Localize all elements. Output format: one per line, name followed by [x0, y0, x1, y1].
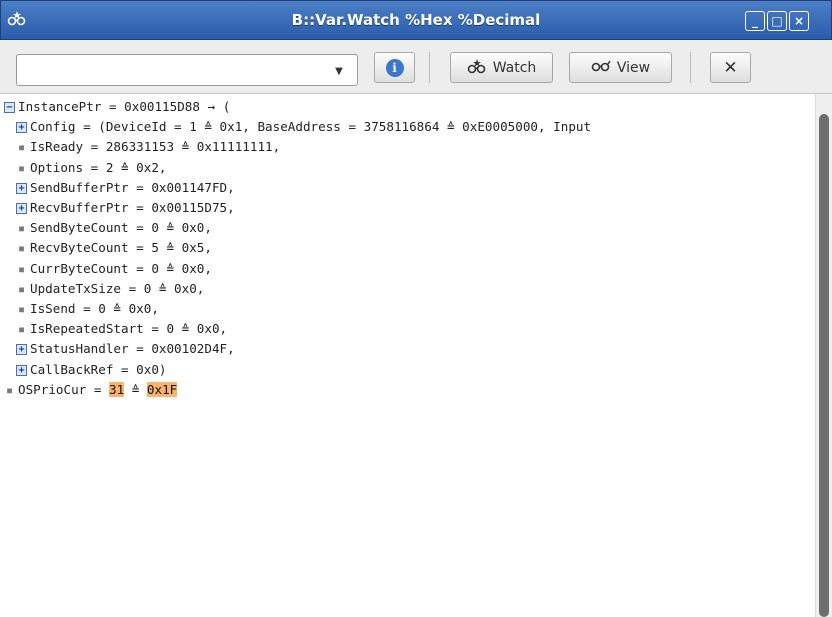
var-prefix: OSPrioCur = [18, 382, 109, 397]
glasses-icon [591, 59, 611, 77]
tree-row-text: IsRepeatedStart = 0 ≙ 0x0, [30, 321, 228, 336]
tree-row-text: RecvBufferPtr = 0x00115D75, [30, 200, 235, 215]
tree-row-text: Options = 2 ≙ 0x2, [30, 160, 167, 175]
tree-row-text: InstancePtr = 0x00115D88 → ( [18, 99, 231, 114]
leaf-bullet-icon: ■ [19, 163, 24, 173]
tree-row[interactable]: ■ CurrByteCount = 0 ≙ 0x0, [16, 259, 212, 279]
toolbar: ▼ i Watch View ✕ [0, 40, 832, 94]
leaf-bullet-icon: ■ [7, 385, 12, 395]
tree-row-ospriocur[interactable]: ■ OSPrioCur = 31 ≙ 0x1F [4, 380, 178, 400]
decimal-value-highlight: 31 [109, 382, 125, 397]
window-title-bar[interactable]: B::Var.Watch %Hex %Decimal _ □ × [0, 0, 832, 40]
minimize-button[interactable]: _ [745, 11, 765, 31]
tree-row-text: RecvByteCount = 5 ≙ 0x5, [30, 240, 212, 255]
tree-row-text: UpdateTxSize = 0 ≙ 0x0, [30, 281, 205, 296]
tree-row[interactable]: ■ UpdateTxSize = 0 ≙ 0x0, [16, 279, 204, 299]
expand-icon[interactable]: + [16, 122, 27, 133]
tree-row[interactable]: ■ IsSend = 0 ≙ 0x0, [16, 299, 159, 319]
tree-row[interactable]: ■ IsRepeatedStart = 0 ≙ 0x0, [16, 319, 227, 339]
tree-row[interactable]: ■ SendByteCount = 0 ≙ 0x0, [16, 218, 212, 238]
tree-row[interactable]: − InstancePtr = 0x00115D88 → ( [4, 97, 230, 117]
tree-row-text: IsReady = 286331153 ≙ 0x11111111, [30, 139, 281, 154]
tree-row[interactable]: + RecvBufferPtr = 0x00115D75, [16, 198, 235, 218]
view-button[interactable]: View [569, 52, 672, 83]
tree-row[interactable]: ■ Options = 2 ≙ 0x2, [16, 158, 166, 178]
leaf-bullet-icon: ■ [19, 142, 24, 152]
leaf-bullet-icon: ■ [19, 223, 24, 233]
expression-combo[interactable]: ▼ [16, 54, 358, 86]
tree-row-text: SendBufferPtr = 0x001147FD, [30, 180, 235, 195]
expand-icon[interactable]: + [16, 365, 27, 376]
tree-row-text: IsSend = 0 ≙ 0x0, [30, 301, 159, 316]
watch-icon [467, 58, 487, 78]
close-button[interactable]: × [789, 11, 809, 31]
hex-value-highlight: 0x1F [146, 382, 178, 397]
tree-row[interactable]: + StatusHandler = 0x00102D4F, [16, 339, 235, 359]
tree-row-text: SendByteCount = 0 ≙ 0x0, [30, 220, 212, 235]
leaf-bullet-icon: ■ [19, 324, 24, 334]
tree-row[interactable]: + SendBufferPtr = 0x001147FD, [16, 178, 235, 198]
info-button[interactable]: i [374, 52, 415, 83]
toolbar-separator [690, 52, 691, 83]
tree-row[interactable]: + Config = (DeviceId = 1 ≙ 0x1, BaseAddre… [16, 117, 591, 137]
toolbar-separator [429, 52, 430, 83]
expand-icon[interactable]: + [16, 203, 27, 214]
view-button-label: View [616, 59, 651, 76]
watch-tree[interactable]: − InstancePtr = 0x00115D88 → (+ Config = (… [0, 94, 815, 617]
vertical-scrollbar[interactable] [815, 94, 832, 617]
leaf-bullet-icon: ■ [19, 304, 24, 314]
window-title: B::Var.Watch %Hex %Decimal [291, 11, 541, 29]
collapse-icon[interactable]: − [4, 102, 15, 113]
tree-row-text: Config = (DeviceId = 1 ≙ 0x1, BaseAddres… [30, 119, 592, 134]
maximize-button[interactable]: □ [767, 11, 787, 31]
close-watch-button[interactable]: ✕ [710, 52, 751, 83]
expand-icon[interactable]: + [16, 344, 27, 355]
tree-row[interactable]: + CallBackRef = 0x0) [16, 360, 166, 380]
chevron-down-icon[interactable]: ▼ [331, 63, 347, 79]
expand-icon[interactable]: + [16, 183, 27, 194]
leaf-bullet-icon: ■ [19, 264, 24, 274]
watch-button-label: Watch [492, 59, 537, 76]
close-x-icon: ✕ [723, 57, 738, 78]
equivalence-sep: ≙ [124, 382, 147, 397]
scrollbar-thumb[interactable] [819, 114, 829, 617]
tree-row-text: StatusHandler = 0x00102D4F, [30, 341, 235, 356]
watch-button[interactable]: Watch [450, 52, 553, 83]
tree-row-text: CallBackRef = 0x0) [30, 362, 167, 377]
leaf-bullet-icon: ■ [19, 243, 24, 253]
tree-row[interactable]: ■ RecvByteCount = 5 ≙ 0x5, [16, 238, 212, 258]
tree-row-text: CurrByteCount = 0 ≙ 0x0, [30, 261, 212, 276]
leaf-bullet-icon: ■ [19, 284, 24, 294]
info-icon: i [385, 58, 404, 77]
tree-row[interactable]: ■ IsReady = 286331153 ≙ 0x11111111, [16, 137, 280, 157]
